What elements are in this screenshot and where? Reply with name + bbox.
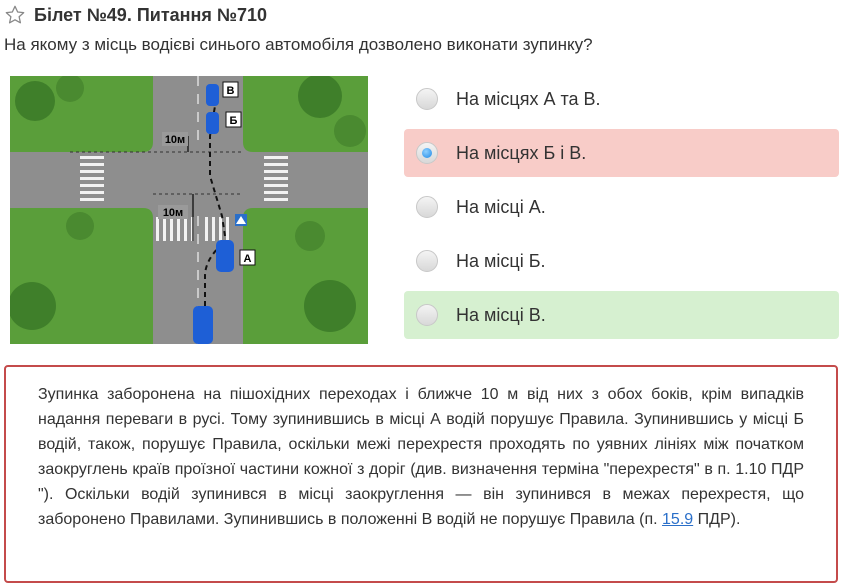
- rule-link[interactable]: 15.9: [662, 511, 693, 528]
- explanation-body: Зупинка заборонена на пішохідних переход…: [38, 386, 804, 528]
- answer-option-4[interactable]: На місці Б.: [404, 237, 839, 285]
- radio-icon[interactable]: [416, 250, 438, 272]
- answer-option-1[interactable]: На місцях А та В.: [404, 75, 839, 123]
- answer-option-2[interactable]: На місцях Б і В.: [404, 129, 839, 177]
- intersection-illustration: В Б А 10м 10м: [10, 76, 368, 344]
- radio-icon[interactable]: [416, 304, 438, 326]
- answer-label: На місцях Б і В.: [456, 142, 587, 163]
- question-text: На якому з місць водієві синього автомоб…: [4, 35, 593, 54]
- distance-label-bottom: 10м: [163, 207, 183, 219]
- label-a: А: [244, 253, 252, 265]
- distance-label-top: 10м: [165, 134, 185, 146]
- answer-label: На місці А.: [456, 196, 546, 217]
- answer-label: На місці Б.: [456, 250, 546, 271]
- radio-icon[interactable]: [416, 88, 438, 110]
- radio-icon[interactable]: [416, 196, 438, 218]
- ticket-title: Білет №49. Питання №710: [34, 4, 267, 25]
- answer-option-3[interactable]: На місці А.: [404, 183, 839, 231]
- car-a: [216, 240, 234, 272]
- car-v: [206, 84, 219, 106]
- explanation-text: Зупинка заборонена на пішохідних переход…: [38, 382, 804, 532]
- label-v: В: [227, 85, 235, 97]
- explanation-tail: ПДР).: [693, 511, 741, 528]
- explanation-panel: Зупинка заборонена на пішохідних переход…: [4, 365, 838, 583]
- answer-option-5[interactable]: На місці В.: [404, 291, 839, 339]
- answer-label: На місці В.: [456, 304, 546, 325]
- label-b: Б: [230, 115, 238, 127]
- car-b: [206, 112, 219, 134]
- star-outline-icon[interactable]: [4, 4, 26, 26]
- question-header: Білет №49. Питання №710: [4, 4, 267, 26]
- radio-checked-icon[interactable]: [416, 142, 438, 164]
- answer-list: На місцях А та В. На місцях Б і В. На мі…: [404, 75, 839, 345]
- car-main: [193, 306, 213, 344]
- answer-label: На місцях А та В.: [456, 88, 601, 109]
